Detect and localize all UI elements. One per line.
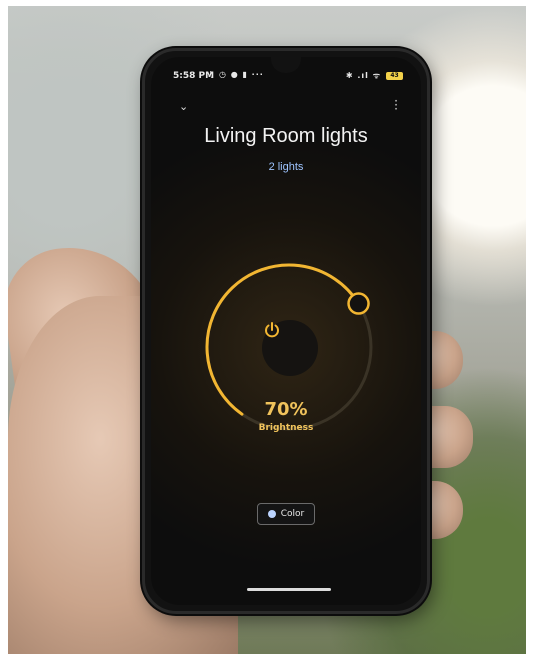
more-vert-icon[interactable]: · · · [393,95,399,115]
brightness-handle[interactable] [347,292,370,315]
phone-screen: 5:58 PM ♫ ◷ ● ▮ ··· ✱ .ıl ᯤ 43 ⌄ · · · Liv… [151,57,421,605]
chevron-down-icon[interactable]: ⌄ [179,100,188,113]
palette-icon [267,510,276,518]
phone: 5:58 PM ♫ ◷ ● ▮ ··· ✱ .ıl ᯤ 43 ⌄ · · · Liv… [142,48,430,614]
battery-icon: 43 [386,72,403,80]
signal-icons: ✱ .ıl ᯤ [345,71,381,80]
brightness-percent: 70% [264,399,308,420]
power-icon [265,322,279,338]
page-title: Living Room lights [204,125,368,147]
brightness-label: Brightness [258,423,314,433]
home-indicator[interactable] [247,588,331,591]
status-bar: 5:58 PM ♫ ◷ ● ▮ ··· ✱ .ıl ᯤ 43 [169,70,403,85]
power-button[interactable] [262,320,318,376]
lights-count-link[interactable]: 2 lights [151,161,421,173]
notification-icons: ♫ ◷ ● ▮ ··· [207,70,264,79]
color-button-label: Color [280,509,305,519]
color-button[interactable]: Color [257,503,315,525]
